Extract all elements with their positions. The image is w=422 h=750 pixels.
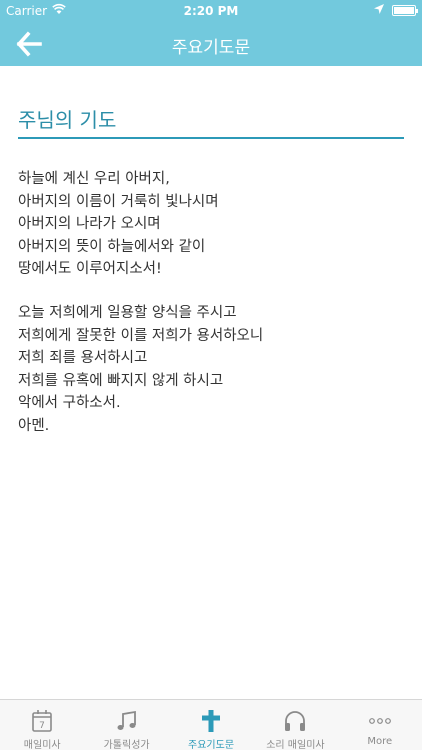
tab-label: 소리 매일미사 <box>266 740 325 750</box>
prayer-title: 주님의 기도 <box>18 108 117 132</box>
more-dots-icon <box>368 718 391 724</box>
prayer-line: 아버지의 나라가 오시며 <box>18 216 161 232</box>
tab-bar: 7 매일미사 가톨릭성가 주요기도문 소리 매일미사 More <box>0 699 422 750</box>
calendar-day: 7 <box>39 721 45 731</box>
prayer-line: 저희를 유혹에 빠지지 않게 하시고 <box>18 372 224 389</box>
prayer-line: 악에서 구하소서. <box>18 395 121 411</box>
headphones-icon <box>285 711 306 731</box>
cross-icon <box>202 710 221 732</box>
tab-audio-daily-mass[interactable]: 소리 매일미사 <box>253 700 337 750</box>
navigation-bar: 주요기도문 <box>0 22 422 66</box>
location-arrow-icon <box>374 4 384 14</box>
calendar-icon: 7 <box>32 710 53 732</box>
prayer-line: 오늘 저희에게 일용할 양식을 주시고 <box>18 305 237 321</box>
prayer-line: 아멘. <box>18 417 50 434</box>
battery-icon <box>392 5 418 16</box>
page-title: 주요기도문 <box>171 38 251 58</box>
prayer-line: 아버지의 뜻이 하늘에서와 같이 <box>18 238 206 255</box>
status-bar: Carrier 2:20 PM <box>0 0 422 22</box>
prayer-line: 아버지의 이름이 거룩히 빛나시며 <box>18 193 219 210</box>
prayer-line: 저희에게 잘못한 이를 저희가 용서하오니 <box>18 327 264 344</box>
tab-label: 가톨릭성가 <box>103 740 150 750</box>
title-divider <box>18 137 404 139</box>
prayer-stanza-1: 하늘에 계신 우리 아버지, 아버지의 이름이 거룩히 빛나시며 아버지의 나라… <box>18 168 219 281</box>
prayer-content: 주님의 기도 하늘에 계신 우리 아버지, 아버지의 이름이 거룩히 빛나시며 … <box>0 66 422 699</box>
header-bar: Carrier 2:20 PM 주요기도문 <box>0 0 422 66</box>
tab-catholic-hymns[interactable]: 가톨릭성가 <box>84 700 168 750</box>
prayer-stanza-2: 오늘 저희에게 일용할 양식을 주시고 저희에게 잘못한 이를 저희가 용서하오… <box>18 302 263 437</box>
prayer-line: 땅에서도 이루어지소서! <box>18 261 162 277</box>
prayer-line: 하늘에 계신 우리 아버지, <box>18 171 170 187</box>
tab-label: 주요기도문 <box>188 740 235 750</box>
tab-label: 매일미사 <box>23 740 61 750</box>
status-time: 2:20 PM <box>183 4 239 18</box>
tab-daily-mass[interactable]: 7 매일미사 <box>0 700 84 750</box>
tab-main-prayers[interactable]: 주요기도문 <box>169 700 253 750</box>
prayer-line: 저희 죄를 용서하시고 <box>18 350 148 366</box>
tab-more[interactable]: More <box>338 700 422 750</box>
music-note-icon <box>117 710 136 730</box>
tab-label: More <box>367 736 393 747</box>
